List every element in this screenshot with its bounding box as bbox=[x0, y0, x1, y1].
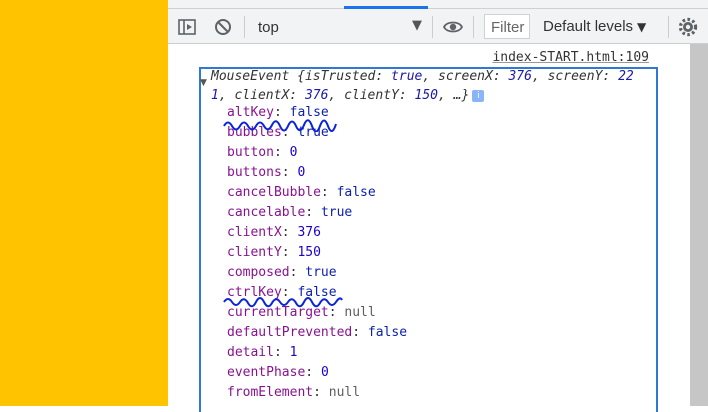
toolbar-divider bbox=[244, 16, 245, 38]
source-link[interactable]: index-START.html:109 bbox=[492, 50, 649, 65]
property-row[interactable]: cancelBubble: false bbox=[227, 183, 407, 203]
property-value: 1 bbox=[289, 345, 298, 360]
property-separator: : bbox=[281, 245, 298, 260]
property-value: 150 bbox=[297, 245, 321, 260]
property-separator: : bbox=[273, 345, 290, 360]
property-row[interactable]: cancelable: true bbox=[227, 203, 407, 223]
eye-icon[interactable] bbox=[442, 16, 464, 38]
devtools-panel: top ▼ Filter Default levels ▼ index-START… bbox=[168, 0, 708, 412]
property-value: 0 bbox=[320, 365, 329, 380]
altkey-annotation-squiggle bbox=[223, 119, 337, 132]
property-key: eventPhase bbox=[227, 365, 306, 380]
property-key: defaultPrevented bbox=[227, 325, 353, 340]
property-key: detail bbox=[227, 345, 274, 360]
chevron-down-icon: ▼ bbox=[412, 18, 422, 33]
summary-is-trusted: true bbox=[391, 69, 423, 84]
property-value: null bbox=[328, 385, 361, 400]
summary-screen-y-wrap: 1 bbox=[211, 88, 219, 103]
toolbar-divider bbox=[668, 16, 669, 38]
property-list: altKey: false bubbles: true button: 0 butto… bbox=[227, 103, 407, 403]
property-separator: : bbox=[281, 225, 298, 240]
property-row[interactable]: composed: true bbox=[227, 263, 407, 283]
property-key: buttons bbox=[227, 165, 282, 180]
property-row[interactable]: buttons: 0 bbox=[227, 163, 407, 183]
property-separator: : bbox=[281, 165, 298, 180]
property-key: clientX bbox=[227, 225, 282, 240]
filter-input[interactable]: Filter bbox=[484, 14, 530, 39]
summary-screen-y: 22 bbox=[618, 69, 634, 84]
property-value: true bbox=[320, 205, 353, 220]
ctrlkey-annotation-squiggle bbox=[223, 297, 343, 308]
property-key: button bbox=[227, 145, 274, 160]
scrollbar-thumb[interactable] bbox=[690, 44, 708, 406]
console-toolbar: top ▼ Filter Default levels ▼ bbox=[168, 9, 708, 44]
property-value: 0 bbox=[289, 145, 298, 160]
log-levels-label: Default levels bbox=[543, 18, 634, 35]
event-summary[interactable]: MouseEvent {isTrusted: true, screenX: 37… bbox=[211, 67, 659, 105]
property-value: 376 bbox=[297, 225, 321, 240]
property-row[interactable]: clientY: 150 bbox=[227, 243, 407, 263]
property-value: true bbox=[305, 265, 337, 280]
property-separator: : bbox=[273, 145, 290, 160]
toolbar-divider bbox=[473, 16, 474, 38]
property-key: composed bbox=[227, 265, 290, 280]
page-background bbox=[0, 0, 168, 406]
info-icon[interactable]: i bbox=[472, 89, 485, 102]
context-selector[interactable]: top ▼ bbox=[254, 14, 422, 40]
property-row[interactable]: button: 0 bbox=[227, 143, 407, 163]
property-separator: : bbox=[352, 325, 368, 340]
property-key: clientY bbox=[227, 245, 282, 260]
devtools-tabstrip bbox=[168, 0, 708, 9]
chevron-down-icon: ▼ bbox=[637, 20, 647, 34]
property-separator: : bbox=[320, 185, 337, 200]
property-row[interactable]: detail: 1 bbox=[227, 343, 407, 363]
toolbar-divider bbox=[432, 16, 433, 38]
clear-console-icon[interactable] bbox=[212, 16, 234, 38]
context-value: top bbox=[258, 19, 279, 36]
property-value: null bbox=[344, 305, 376, 320]
event-type: MouseEvent bbox=[211, 69, 290, 84]
property-row[interactable]: clientX: 376 bbox=[227, 223, 407, 243]
log-levels-dropdown[interactable]: Default levels ▼ bbox=[543, 18, 646, 35]
sidebar-toggle-icon[interactable] bbox=[176, 16, 198, 38]
property-separator: : bbox=[305, 365, 321, 380]
summary-ellipsis: … bbox=[453, 88, 462, 103]
property-separator: : bbox=[305, 205, 321, 220]
property-value: 0 bbox=[297, 165, 306, 180]
expand-triangle-icon[interactable]: ▼ bbox=[200, 78, 207, 88]
summary-client-x: 376 bbox=[304, 88, 329, 103]
console-output: index-START.html:109 ▼ MouseEvent {isTru… bbox=[168, 44, 690, 412]
property-row[interactable]: fromElement: null bbox=[227, 383, 407, 403]
property-separator: : bbox=[289, 265, 306, 280]
property-row[interactable]: eventPhase: 0 bbox=[227, 363, 407, 383]
property-separator: : bbox=[313, 385, 329, 400]
gear-icon[interactable] bbox=[677, 16, 699, 38]
console-scrollbar[interactable] bbox=[690, 44, 708, 406]
property-value: false bbox=[367, 325, 408, 340]
property-key: fromElement bbox=[227, 385, 314, 400]
property-row[interactable]: defaultPrevented: false bbox=[227, 323, 407, 343]
summary-screen-x: 376 bbox=[508, 69, 532, 84]
property-key: cancelBubble bbox=[227, 185, 321, 200]
property-key: cancelable bbox=[227, 205, 306, 220]
summary-client-y: 150 bbox=[414, 88, 439, 103]
property-value: false bbox=[336, 185, 376, 200]
